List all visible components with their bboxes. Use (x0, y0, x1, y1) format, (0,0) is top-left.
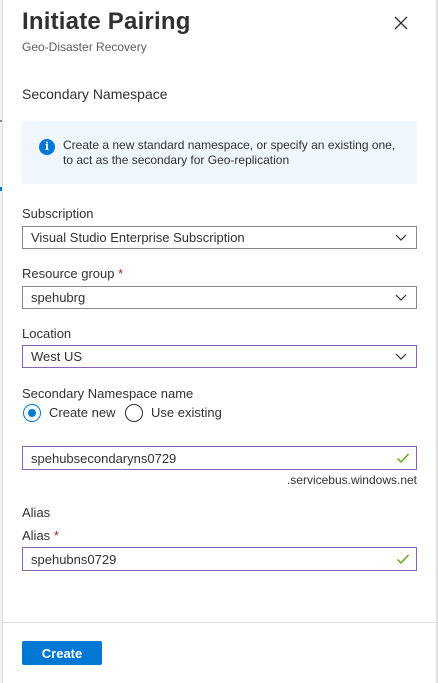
subscription-label: Subscription (22, 206, 94, 221)
checkmark-icon (397, 453, 409, 463)
use-existing-radio-label[interactable]: Use existing (151, 405, 222, 420)
resource-group-value: spehubrg (31, 290, 86, 305)
alias-section-title: Alias (22, 505, 51, 520)
chevron-down-icon (395, 294, 407, 301)
background-page-accent (0, 187, 2, 191)
close-icon[interactable] (390, 12, 412, 34)
alias-field[interactable] (22, 547, 417, 571)
resource-group-label: Resource group * (22, 266, 123, 281)
location-value: West US (31, 349, 83, 364)
resource-group-dropdown[interactable]: spehubrg (22, 286, 417, 309)
info-message-text: Create a new standard namespace, or spec… (63, 138, 396, 167)
chevron-down-icon (395, 234, 407, 241)
subscription-dropdown[interactable]: Visual Studio Enterprise Subscription (22, 226, 417, 249)
create-new-radio-label[interactable]: Create new (49, 405, 115, 420)
info-icon: i (39, 139, 55, 155)
panel-subtitle: Geo-Disaster Recovery (22, 40, 147, 54)
background-page-mark (0, 120, 2, 122)
namespace-domain-suffix: .servicebus.windows.net (286, 473, 417, 487)
secondary-namespace-label: Secondary Namespace name (22, 386, 194, 401)
location-dropdown[interactable]: West US (22, 345, 417, 368)
create-button[interactable]: Create (22, 641, 102, 665)
section-title: Secondary Namespace (22, 86, 168, 102)
background-page-edge (0, 0, 3, 683)
resource-group-label-text: Resource group (22, 266, 115, 281)
checkmark-icon (397, 554, 409, 564)
use-existing-radio[interactable] (125, 404, 143, 422)
location-label: Location (22, 326, 72, 341)
alias-label-text: Alias (22, 528, 51, 543)
alias-label: Alias * (22, 528, 59, 543)
panel-title: Initiate Pairing (22, 8, 191, 35)
create-new-radio[interactable] (23, 404, 41, 422)
secondary-namespace-name-field[interactable] (22, 446, 417, 470)
required-indicator: * (118, 266, 124, 281)
footer-divider (3, 622, 436, 623)
required-indicator: * (53, 528, 59, 543)
radio-selected-dot (28, 409, 36, 417)
secondary-namespace-name-input[interactable] (23, 447, 383, 469)
subscription-value: Visual Studio Enterprise Subscription (31, 230, 245, 245)
info-message-bar: i Create a new standard namespace, or sp… (22, 121, 417, 184)
alias-input[interactable] (23, 548, 383, 570)
chevron-down-icon (395, 353, 407, 360)
